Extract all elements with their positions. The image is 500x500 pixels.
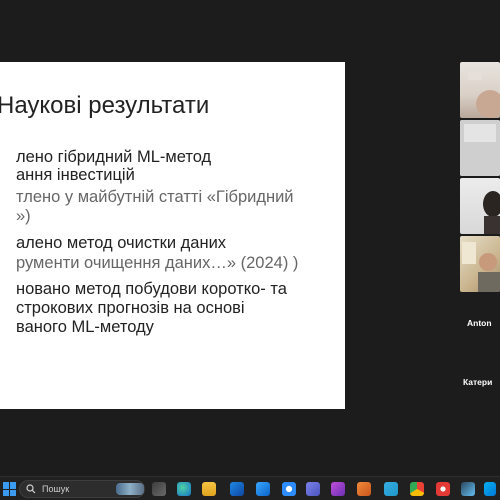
participant-silhouette: [468, 72, 500, 118]
search-icon: [26, 484, 36, 494]
slide-bullet-line: строкових прогнозів на основі: [16, 299, 245, 317]
shared-slide: Наукові результати лено гібридний ML-мет…: [0, 62, 345, 409]
teams-icon[interactable]: [306, 482, 320, 496]
participant-silhouette: [460, 120, 500, 176]
slide-bullet-line: новано метод побудови коротко- та: [16, 280, 287, 298]
slide-sub-line: тлено у майбутній статті «Гібридний: [16, 188, 294, 206]
opera-icon[interactable]: [436, 482, 450, 496]
store-icon[interactable]: [230, 482, 244, 496]
edge-icon[interactable]: [177, 482, 191, 496]
taskbar-search-input[interactable]: Пошук: [19, 480, 145, 498]
windows-logo-icon: [10, 489, 16, 496]
windows-logo-icon: [10, 482, 16, 489]
participant-name-katerina: Катери: [463, 377, 493, 387]
slide-title: Наукові результати: [0, 92, 210, 119]
windows-logo-icon: [3, 489, 9, 496]
chrome-icon[interactable]: [410, 482, 424, 496]
search-placeholder: Пошук: [42, 484, 70, 494]
participant-video[interactable]: [460, 120, 500, 176]
file-explorer-icon[interactable]: [202, 482, 216, 496]
participant-silhouette: [462, 242, 500, 292]
telegram-icon[interactable]: [384, 482, 398, 496]
screen: Наукові результати лено гібридний ML-мет…: [0, 0, 500, 500]
zoom-icon[interactable]: [282, 482, 296, 496]
slide-bullet-line: ваного ML-методу: [16, 318, 154, 336]
participant-name-anton: Anton: [467, 318, 492, 328]
app-icon-2[interactable]: [357, 482, 371, 496]
participant-panel: [460, 62, 500, 294]
mail-icon[interactable]: [256, 482, 270, 496]
participant-video[interactable]: [460, 236, 500, 292]
windows-logo-icon: [3, 482, 9, 489]
participant-video[interactable]: [460, 178, 500, 234]
slide-bullet-line: ання інвестицій: [16, 166, 135, 184]
participant-silhouette: [483, 191, 500, 234]
taskbar: Пошук: [0, 476, 500, 500]
search-highlight-image: [116, 483, 144, 495]
participant-video[interactable]: [460, 62, 500, 118]
start-button[interactable]: [3, 482, 17, 496]
steam-icon[interactable]: [461, 482, 475, 496]
slide-sub-line: »): [16, 207, 31, 225]
skype-icon[interactable]: [484, 482, 496, 496]
app-icon[interactable]: [331, 482, 345, 496]
task-view-icon[interactable]: [152, 482, 166, 496]
slide-bullet-line: алено метод очистки даних: [16, 234, 227, 252]
slide-bullet-line: лено гібридний ML-метод: [16, 148, 212, 166]
slide-sub-line: рументи очищення даних…» (2024) ): [16, 254, 299, 272]
